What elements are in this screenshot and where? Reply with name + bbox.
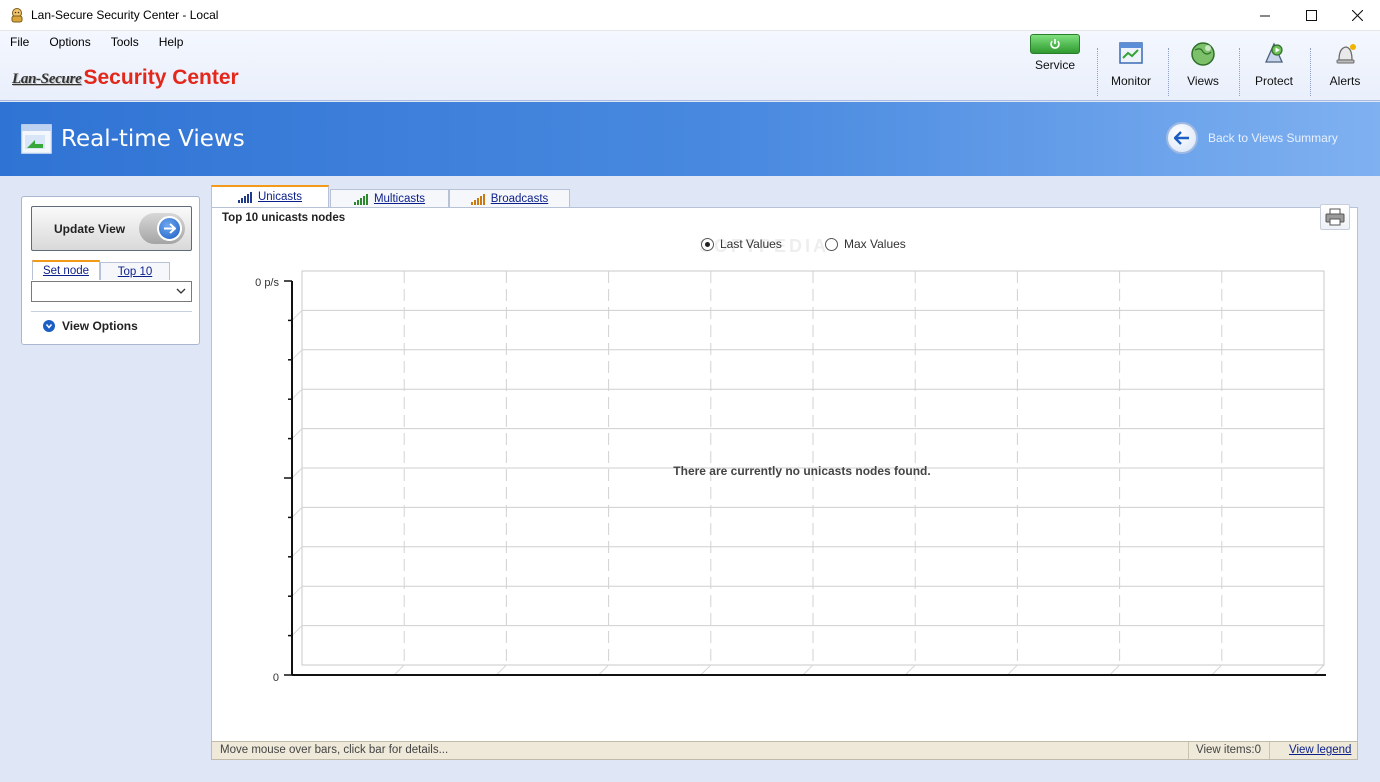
gridline-depth xyxy=(1007,664,1018,676)
views-button[interactable]: Views xyxy=(1178,31,1228,99)
gridline-depth xyxy=(291,467,303,479)
update-arrow-pill xyxy=(139,213,185,244)
gridline-depth xyxy=(291,428,303,439)
close-button[interactable] xyxy=(1334,0,1380,31)
logo-brand-small: Lan-Secure xyxy=(12,71,82,87)
update-view-label: Update View xyxy=(54,221,126,236)
gridline-depth xyxy=(700,664,712,676)
alerts-button[interactable]: Alerts xyxy=(1320,31,1370,99)
bell-icon xyxy=(1336,44,1356,64)
gridline-depth xyxy=(1109,664,1120,676)
gridline-depth xyxy=(496,664,507,676)
page-title: Real-time Views xyxy=(61,126,245,152)
globe-icon xyxy=(1191,42,1215,66)
views-page-icon xyxy=(21,124,52,154)
tab-multicasts[interactable]: Multicasts xyxy=(330,189,449,208)
menu-help[interactable]: Help xyxy=(149,35,194,49)
window-title: Lan-Secure Security Center - Local xyxy=(31,8,219,22)
gridline-depth xyxy=(291,625,303,636)
status-bar: Move mouse over bars, click bar for deta… xyxy=(211,741,1358,760)
menu-tools[interactable]: Tools xyxy=(101,35,149,49)
view-options-label: View Options xyxy=(62,318,138,333)
content-panel: Top 10 unicasts nodes SOFTPEDIA Last Val… xyxy=(211,204,1358,760)
y-tick-label-top: 0 p/s xyxy=(255,277,279,289)
close-icon xyxy=(1351,10,1363,21)
menu-options[interactable]: Options xyxy=(39,35,100,49)
maximize-icon xyxy=(1305,10,1317,21)
view-controls-panel: Update View Set node Top 10 View Options xyxy=(21,196,200,345)
protect-icon xyxy=(1264,42,1284,63)
protect-label: Protect xyxy=(1254,74,1293,88)
tab-broadcasts-label: Broadcasts xyxy=(490,193,549,205)
gridline-depth xyxy=(291,546,303,558)
back-to-views-summary-link[interactable]: Back to Views Summary xyxy=(1166,122,1338,154)
minimize-icon xyxy=(1260,15,1270,16)
unicasts-bar-chart[interactable]: 0 p/s 0 There are currently no unicasts … xyxy=(212,208,1357,748)
monitor-button[interactable]: Monitor xyxy=(1106,31,1156,99)
service-button[interactable]: Service xyxy=(1029,31,1081,99)
menu-file[interactable]: File xyxy=(0,35,39,49)
gridline-depth xyxy=(904,664,916,676)
toolbar-separator xyxy=(1310,48,1311,96)
minimize-button[interactable] xyxy=(1242,0,1288,31)
arrow-right-icon xyxy=(157,216,182,241)
bar-chart-icon xyxy=(353,193,368,205)
update-view-button[interactable]: Update View xyxy=(31,206,192,251)
y-tick-label-bottom: 0 xyxy=(273,672,279,684)
chevron-down-icon xyxy=(176,288,186,294)
empty-chart-message: There are currently no unicasts nodes fo… xyxy=(673,464,930,478)
tab-broadcasts[interactable]: Broadcasts xyxy=(449,189,570,208)
back-arrow-icon xyxy=(1166,122,1198,154)
bar-chart-icon xyxy=(237,191,252,203)
logo: Lan-Secure Security Center xyxy=(12,58,239,88)
app-icon xyxy=(11,8,23,23)
protect-button[interactable]: Protect xyxy=(1249,31,1299,99)
gridline-depth xyxy=(291,349,303,361)
gridline-depth xyxy=(291,585,303,597)
alerts-label: Alerts xyxy=(1329,74,1361,88)
maximize-button[interactable] xyxy=(1288,0,1334,31)
page-header: Real-time Views Back to Views Summary xyxy=(0,102,1380,176)
monitor-icon xyxy=(1119,42,1143,64)
back-link-label: Back to Views Summary xyxy=(1208,131,1338,145)
monitor-label: Monitor xyxy=(1110,74,1151,88)
top-bar: File Options Tools Help Lan-Secure Secur… xyxy=(0,31,1380,101)
bar-chart-icon xyxy=(470,193,485,205)
tab-set-node[interactable]: Set node xyxy=(32,260,100,280)
expand-down-icon xyxy=(43,319,55,332)
gridline-depth xyxy=(393,664,405,676)
service-label: Service xyxy=(1034,58,1075,72)
service-power-icon xyxy=(1030,34,1080,54)
toolbar-separator xyxy=(1239,48,1240,96)
menu-bar: File Options Tools Help xyxy=(0,35,193,49)
toolbar-separator xyxy=(1097,48,1098,96)
gridline-depth xyxy=(291,388,303,400)
toolbar-separator xyxy=(1168,48,1169,96)
gridline-depth xyxy=(598,664,609,676)
tab-top-10[interactable]: Top 10 xyxy=(100,262,170,280)
node-select[interactable] xyxy=(31,281,192,302)
gridline-depth xyxy=(291,507,303,518)
tab-multicasts-label: Multicasts xyxy=(373,193,426,205)
tab-unicasts-label: Unicasts xyxy=(257,191,303,203)
tab-unicasts[interactable]: Unicasts xyxy=(211,185,329,207)
view-options-toggle[interactable]: View Options xyxy=(31,311,192,339)
status-hint: Move mouse over bars, click bar for deta… xyxy=(220,744,449,756)
views-label: Views xyxy=(1187,74,1219,88)
gridline-depth xyxy=(802,664,814,676)
gridline-depth xyxy=(291,310,303,321)
view-items-count: View items:0 xyxy=(1188,742,1270,759)
title-bar: Lan-Secure Security Center - Local xyxy=(0,0,1380,31)
gridline-depth xyxy=(1211,664,1223,676)
logo-brand-big: Security Center xyxy=(83,66,239,89)
chart-axes xyxy=(284,280,1326,676)
view-legend-link[interactable]: View legend xyxy=(1289,744,1351,756)
floor-edge xyxy=(1313,664,1325,676)
